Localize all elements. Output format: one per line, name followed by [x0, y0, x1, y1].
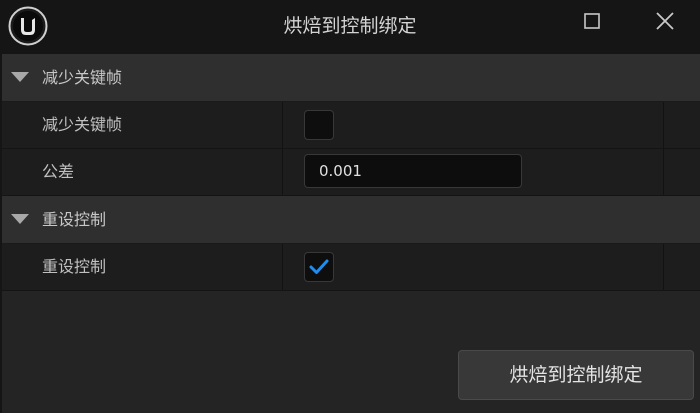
column-divider[interactable] — [282, 102, 283, 148]
property-label: 公差 — [42, 162, 75, 181]
property-label: 重设控制 — [42, 257, 107, 276]
details-panel: 减少关键帧 减少关键帧 公差 0.001 重设控制 重设控制 烘焙到控制绑定 — [2, 54, 700, 413]
bake-to-control-rig-button[interactable]: 烘焙到控制绑定 — [458, 350, 694, 400]
property-row-reduce-keys: 减少关键帧 — [2, 102, 700, 149]
expand-arrow-icon[interactable] — [11, 214, 29, 224]
window-title: 烘焙到控制绑定 — [283, 15, 417, 37]
title-bar: 烘焙到控制绑定 — [0, 0, 700, 53]
reduce-keys-checkbox[interactable] — [304, 110, 334, 140]
reset-controls-checkbox[interactable] — [304, 252, 334, 282]
category-reset-controls[interactable]: 重设控制 — [2, 196, 700, 244]
close-icon — [654, 10, 676, 36]
tolerance-input[interactable]: 0.001 — [304, 154, 522, 188]
category-label: 减少关键帧 — [42, 68, 123, 87]
category-reduce-keys[interactable]: 减少关键帧 — [2, 54, 700, 102]
close-button[interactable] — [645, 6, 685, 40]
column-divider — [663, 244, 664, 290]
column-divider[interactable] — [282, 149, 283, 195]
column-divider — [663, 149, 664, 195]
property-row-tolerance: 公差 0.001 — [2, 149, 700, 196]
unreal-engine-logo-icon — [8, 6, 48, 46]
column-divider — [663, 102, 664, 148]
column-divider[interactable] — [282, 244, 283, 290]
maximize-button[interactable] — [572, 6, 612, 40]
expand-arrow-icon[interactable] — [11, 72, 29, 82]
category-label: 重设控制 — [42, 210, 107, 229]
checkmark-icon — [309, 259, 329, 274]
property-row-reset-controls: 重设控制 — [2, 244, 700, 291]
maximize-icon — [583, 12, 601, 34]
property-label: 减少关键帧 — [42, 115, 123, 134]
